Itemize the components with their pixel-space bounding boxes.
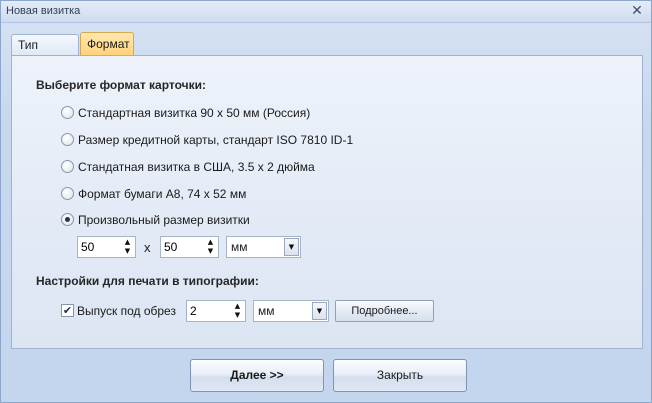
custom-width-input[interactable]: [80, 239, 120, 255]
bleed-unit-select[interactable]: мм ▼: [253, 300, 329, 322]
tab-format-label: Формат: [87, 37, 130, 51]
radio-label: Формат бумаги A8, 74 x 52 мм: [78, 187, 247, 201]
title-bar: Новая визитка ✕: [1, 1, 651, 23]
spin-up-icon[interactable]: ▲: [231, 302, 244, 311]
radio-button-selected[interactable]: [61, 213, 74, 226]
custom-height-input[interactable]: [163, 239, 203, 255]
spin-arrows: ▲ ▼: [231, 302, 244, 320]
check-icon: ✔: [62, 304, 73, 317]
radio-label: Стандартная визитка 90 x 50 мм (Россия): [78, 106, 311, 120]
spin-arrows: ▲ ▼: [204, 238, 217, 256]
bleed-checkbox[interactable]: ✔: [61, 304, 74, 317]
spin-up-icon[interactable]: ▲: [121, 238, 134, 247]
radio-label: Стандатная визитка в США, 3.5 x 2 дюйма: [78, 160, 315, 174]
custom-width-spinner[interactable]: ▲ ▼: [77, 236, 136, 258]
tab-card-type[interactable]: Тип карты: [11, 34, 79, 72]
bleed-spinner[interactable]: ▲ ▼: [186, 300, 246, 322]
close-icon[interactable]: ✕: [629, 3, 645, 19]
spin-arrows: ▲ ▼: [121, 238, 134, 256]
chevron-down-icon[interactable]: ▼: [284, 238, 299, 256]
format-section-title: Выберите формат карточки:: [36, 78, 206, 92]
window-title: Новая визитка: [6, 5, 81, 17]
radio-button[interactable]: [61, 187, 74, 200]
custom-height-spinner[interactable]: ▲ ▼: [160, 236, 219, 258]
radio-label: Произвольный размер визитки: [78, 213, 250, 227]
bleed-checkbox-label: Выпуск под обрез: [77, 304, 176, 318]
radio-button[interactable]: [61, 133, 74, 146]
close-button[interactable]: Закрыть: [333, 359, 467, 392]
spin-down-icon[interactable]: ▼: [231, 311, 244, 320]
spin-down-icon[interactable]: ▼: [121, 247, 134, 256]
custom-unit-value: мм: [231, 240, 248, 254]
bleed-unit-value: мм: [258, 304, 275, 318]
custom-unit-select[interactable]: мм ▼: [226, 236, 301, 258]
dialog-window: Новая визитка ✕ Тип карты Формат Выберит…: [0, 0, 652, 403]
details-button[interactable]: Подробнее...: [335, 300, 434, 322]
tab-format[interactable]: Формат: [80, 32, 134, 56]
print-section-title: Настройки для печати в типографии:: [36, 274, 259, 288]
radio-label: Размер кредитной карты, стандарт ISO 781…: [78, 133, 354, 147]
bleed-input[interactable]: [189, 303, 229, 319]
spin-up-icon[interactable]: ▲: [204, 238, 217, 247]
radio-button[interactable]: [61, 106, 74, 119]
dimension-separator: x: [144, 240, 151, 255]
radio-button[interactable]: [61, 160, 74, 173]
spin-down-icon[interactable]: ▼: [204, 247, 217, 256]
next-button[interactable]: Далее >>: [190, 359, 324, 392]
chevron-down-icon[interactable]: ▼: [312, 302, 327, 320]
